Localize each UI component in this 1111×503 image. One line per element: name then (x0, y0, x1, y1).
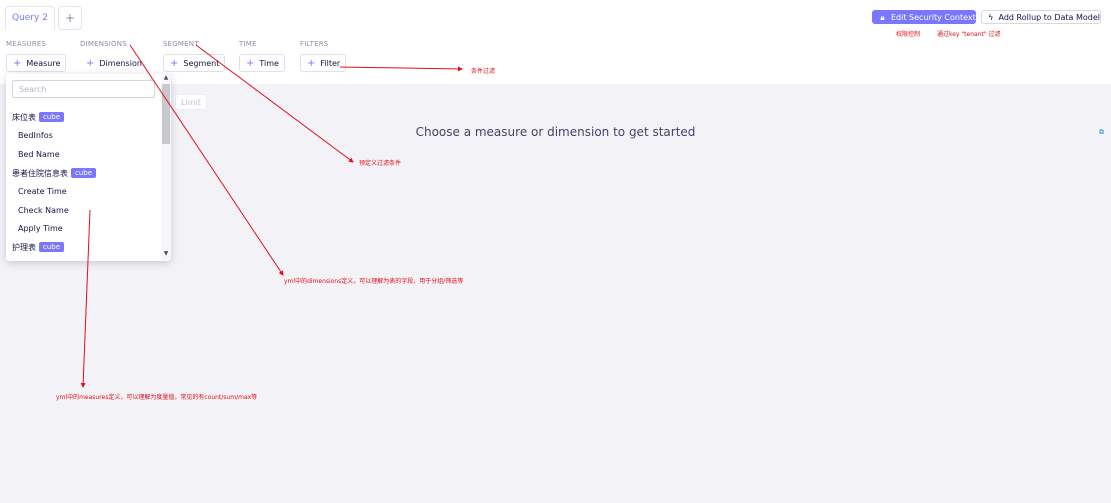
segment-annotation-arrow (195, 44, 354, 163)
dimensions-annotation: yml中的dimensions定义，可以理解为表的字段，用于分组/筛选等 (284, 278, 464, 285)
filter-annotation: 条件过滤 (471, 68, 496, 75)
measures-annotation: yml中的measures定义，可以理解为度量值，常见的有count/sum/m… (56, 394, 258, 401)
dimensions-annotation-arrow (129, 44, 284, 276)
security-key-annotation: 通过key "tenant" 过滤 (937, 31, 1001, 38)
annotation-arrows (80, 44, 463, 388)
measures-annotation-arrow (80, 209, 91, 388)
filter-annotation-arrow (339, 66, 463, 72)
security-annotation: 权限控制 (896, 31, 921, 38)
segment-annotation: 预定义过滤条件 (359, 160, 402, 167)
